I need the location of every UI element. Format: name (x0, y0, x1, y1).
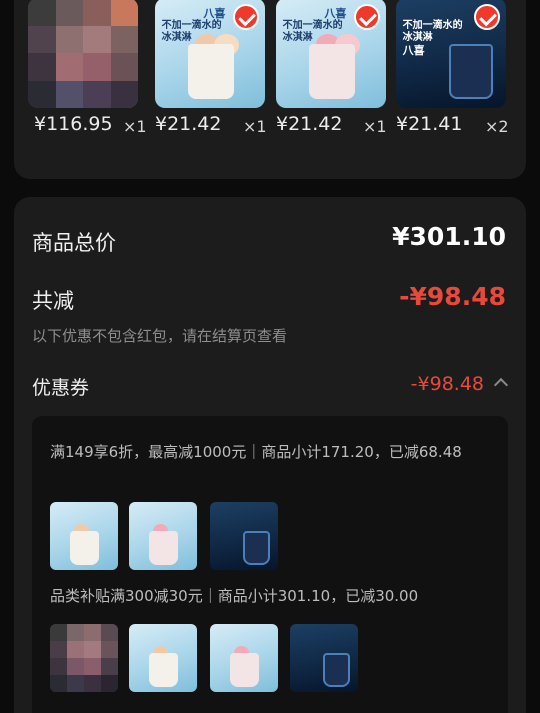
coupon-product-thumbnail (210, 624, 278, 692)
brand-logo: 八喜 (402, 44, 425, 57)
discount-label: 共减 (32, 289, 74, 313)
selected-check-icon[interactable] (474, 4, 500, 30)
tub-art (448, 44, 493, 100)
pixelated-image (28, 0, 138, 108)
product-thumbnail-ice-cream-1[interactable]: 八喜 不加一滴水的冰淇淋 (155, 0, 265, 108)
product-quantity: ×1 (243, 117, 267, 136)
tub-art (188, 44, 235, 100)
coupon-product-thumbnail (129, 624, 197, 692)
coupon-rule-text: 满149享6折，最高减1000元｜商品小计171.20，已减68.48 (50, 443, 462, 461)
coupon-product-thumbnail-blurred (50, 624, 118, 692)
product-thumbnail-ice-cream-2[interactable]: 八喜 不加一滴水的冰淇淋 (276, 0, 386, 108)
product-price: ¥21.42 (276, 113, 343, 135)
selected-check-icon[interactable] (354, 4, 380, 30)
product-thumbnail-blurred[interactable] (28, 0, 138, 108)
coupon-detail-panel: 满149享6折，最高减1000元｜商品小计171.20，已减68.48 品类补贴… (32, 416, 508, 713)
tub-art (309, 44, 356, 100)
coupon-rule-text: 品类补贴满300减30元｜商品小计301.10，已减30.00 (50, 587, 419, 605)
product-price: ¥21.42 (155, 113, 222, 135)
chevron-up-icon[interactable] (493, 377, 509, 393)
total-price-value: ¥301.10 (392, 222, 506, 251)
total-price-label: 商品总价 (32, 231, 116, 255)
discount-value: -¥98.48 (399, 282, 506, 311)
coupon-product-thumbnail (290, 624, 358, 692)
brand-logo: 八喜 (203, 6, 226, 20)
product-strip: 八喜 不加一滴水的冰淇淋 八喜 不加一滴水的冰淇淋 八喜 不加一滴水的冰淇淋 ¥… (14, 0, 526, 179)
coupon-product-thumbnail (210, 502, 278, 570)
price-summary-card: 商品总价 ¥301.10 共减 -¥98.48 以下优惠不包含红包，请在结算页查… (14, 197, 526, 713)
product-quantity: ×1 (123, 117, 147, 136)
discount-note: 以下优惠不包含红包，请在结算页查看 (32, 327, 288, 345)
coupon-product-thumbnail (129, 502, 197, 570)
product-price: ¥116.95 (34, 113, 113, 135)
brand-logo: 八喜 (324, 6, 347, 20)
product-price: ¥21.41 (396, 113, 463, 135)
product-thumbnail-ice-cream-3[interactable]: 八喜 不加一滴水的冰淇淋 (396, 0, 506, 108)
product-quantity: ×1 (363, 117, 387, 136)
selected-check-icon[interactable] (233, 4, 259, 30)
coupon-label[interactable]: 优惠券 (32, 373, 89, 400)
product-slogan: 不加一滴水的冰淇淋 (402, 20, 463, 43)
coupon-product-thumbnail (50, 502, 118, 570)
coupon-value[interactable]: -¥98.48 (411, 373, 484, 395)
product-quantity: ×2 (485, 117, 509, 136)
